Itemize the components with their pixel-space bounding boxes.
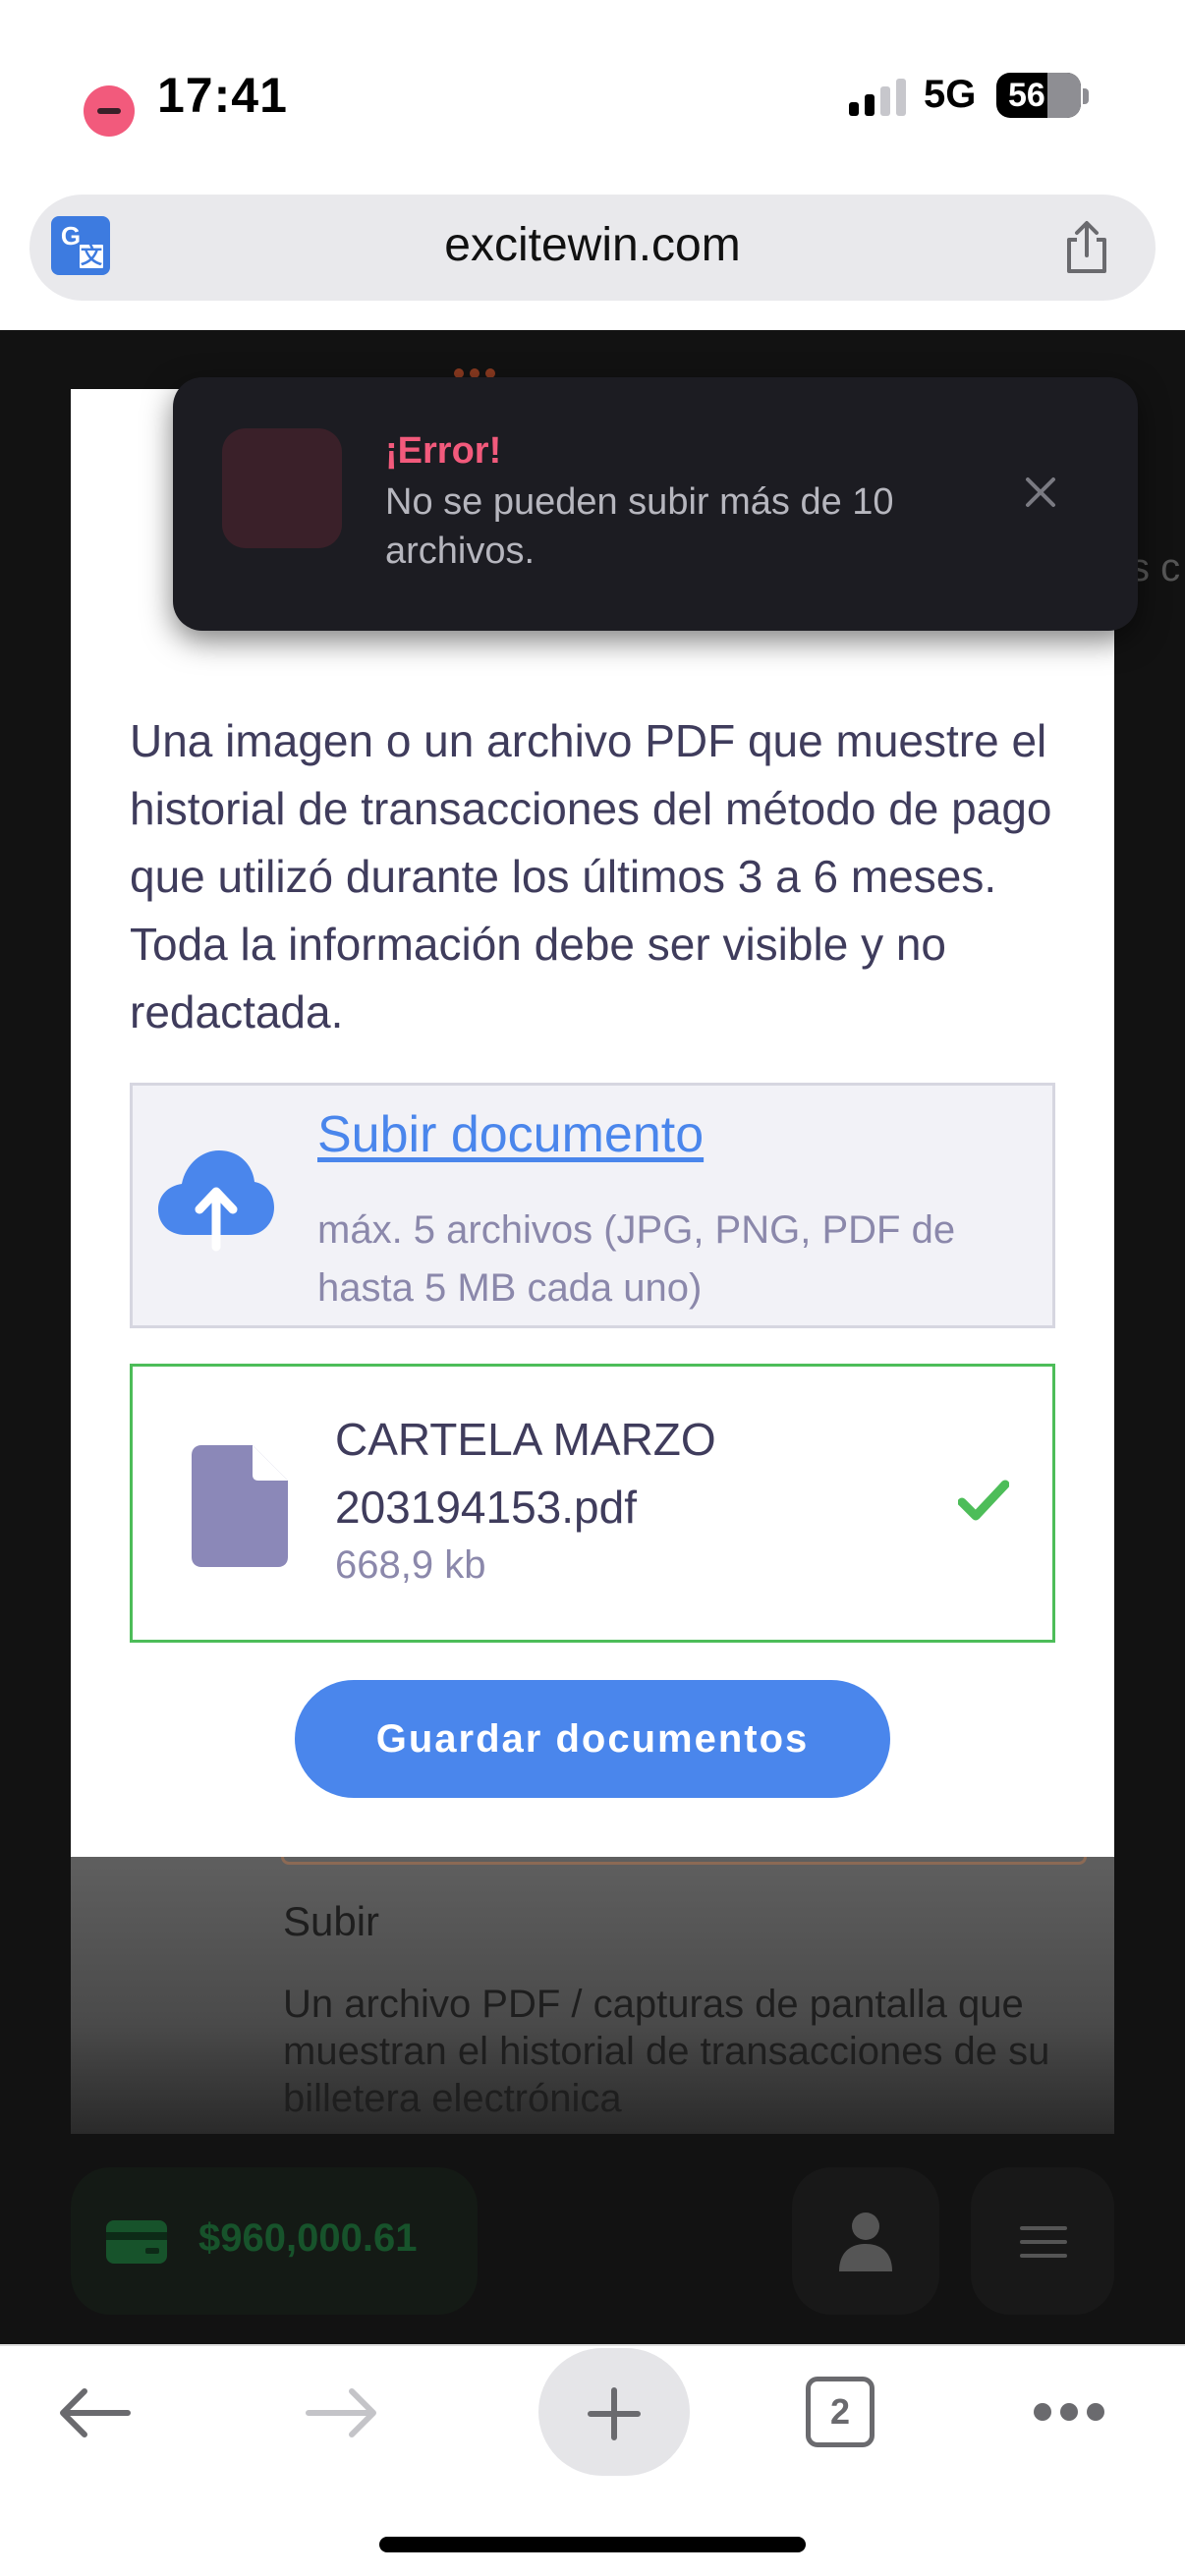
modal-description: Una imagen o un archivo PDF que muestre … (130, 715, 1052, 1037)
toast-icon-container (222, 428, 342, 548)
battery-level: 56 (1008, 77, 1045, 114)
background-title: Subir (283, 1898, 380, 1944)
home-indicator (379, 2537, 806, 2552)
signal-icon (849, 79, 908, 116)
battery-icon: 56 (996, 73, 1081, 118)
tabs-icon[interactable]: 2 (806, 2377, 875, 2447)
balance-amount: $960,000.61 (198, 2216, 418, 2260)
screen: 17:41 5G 56 G 文 excitewin.com s c Una im… (0, 0, 1185, 2576)
network-type: 5G (924, 73, 977, 116)
file-name: CARTELA MARZO 203194153.pdf (335, 1414, 716, 1533)
back-arrow-icon[interactable] (57, 2385, 132, 2440)
toast-message: No se pueden subir más de 10 archivos. (385, 481, 894, 572)
upload-dropzone[interactable]: Subir documento máx. 5 archivos (JPG, PN… (130, 1083, 1055, 1328)
close-icon[interactable] (1016, 468, 1065, 517)
wallet-icon (106, 2220, 167, 2264)
error-toast: ¡Error! No se pueden subir más de 10 arc… (173, 377, 1138, 631)
background-divider (281, 1857, 1087, 1865)
upload-hint: máx. 5 archivos (JPG, PNG, PDF de hasta … (317, 1208, 956, 1310)
background-upload-section: Subir Un archivo PDF / capturas de panta… (71, 1857, 1114, 2134)
hamburger-menu-icon (1020, 2226, 1067, 2258)
forward-arrow-icon[interactable] (305, 2385, 379, 2440)
user-icon (839, 2212, 892, 2271)
battery-tip (1083, 88, 1089, 104)
uploaded-file-item: CARTELA MARZO 203194153.pdf 668,9 kb (130, 1364, 1055, 1643)
background-description: Un archivo PDF / capturas de pantalla qu… (283, 1983, 1050, 2120)
plus-icon (588, 2387, 641, 2440)
cloud-upload-icon (158, 1150, 274, 1252)
toast-title: ¡Error! (385, 430, 502, 472)
save-documents-button[interactable]: Guardar documentos (295, 1680, 890, 1798)
file-size: 668,9 kb (335, 1543, 486, 1587)
url-text[interactable]: excitewin.com (0, 218, 1185, 272)
file-icon (192, 1445, 288, 1567)
more-icon[interactable] (1034, 2403, 1104, 2423)
error-icon (84, 85, 135, 137)
share-icon[interactable] (1057, 218, 1116, 277)
status-time: 17:41 (157, 68, 288, 123)
upload-document-link[interactable]: Subir documento (317, 1105, 704, 1164)
check-icon (958, 1480, 1009, 1521)
